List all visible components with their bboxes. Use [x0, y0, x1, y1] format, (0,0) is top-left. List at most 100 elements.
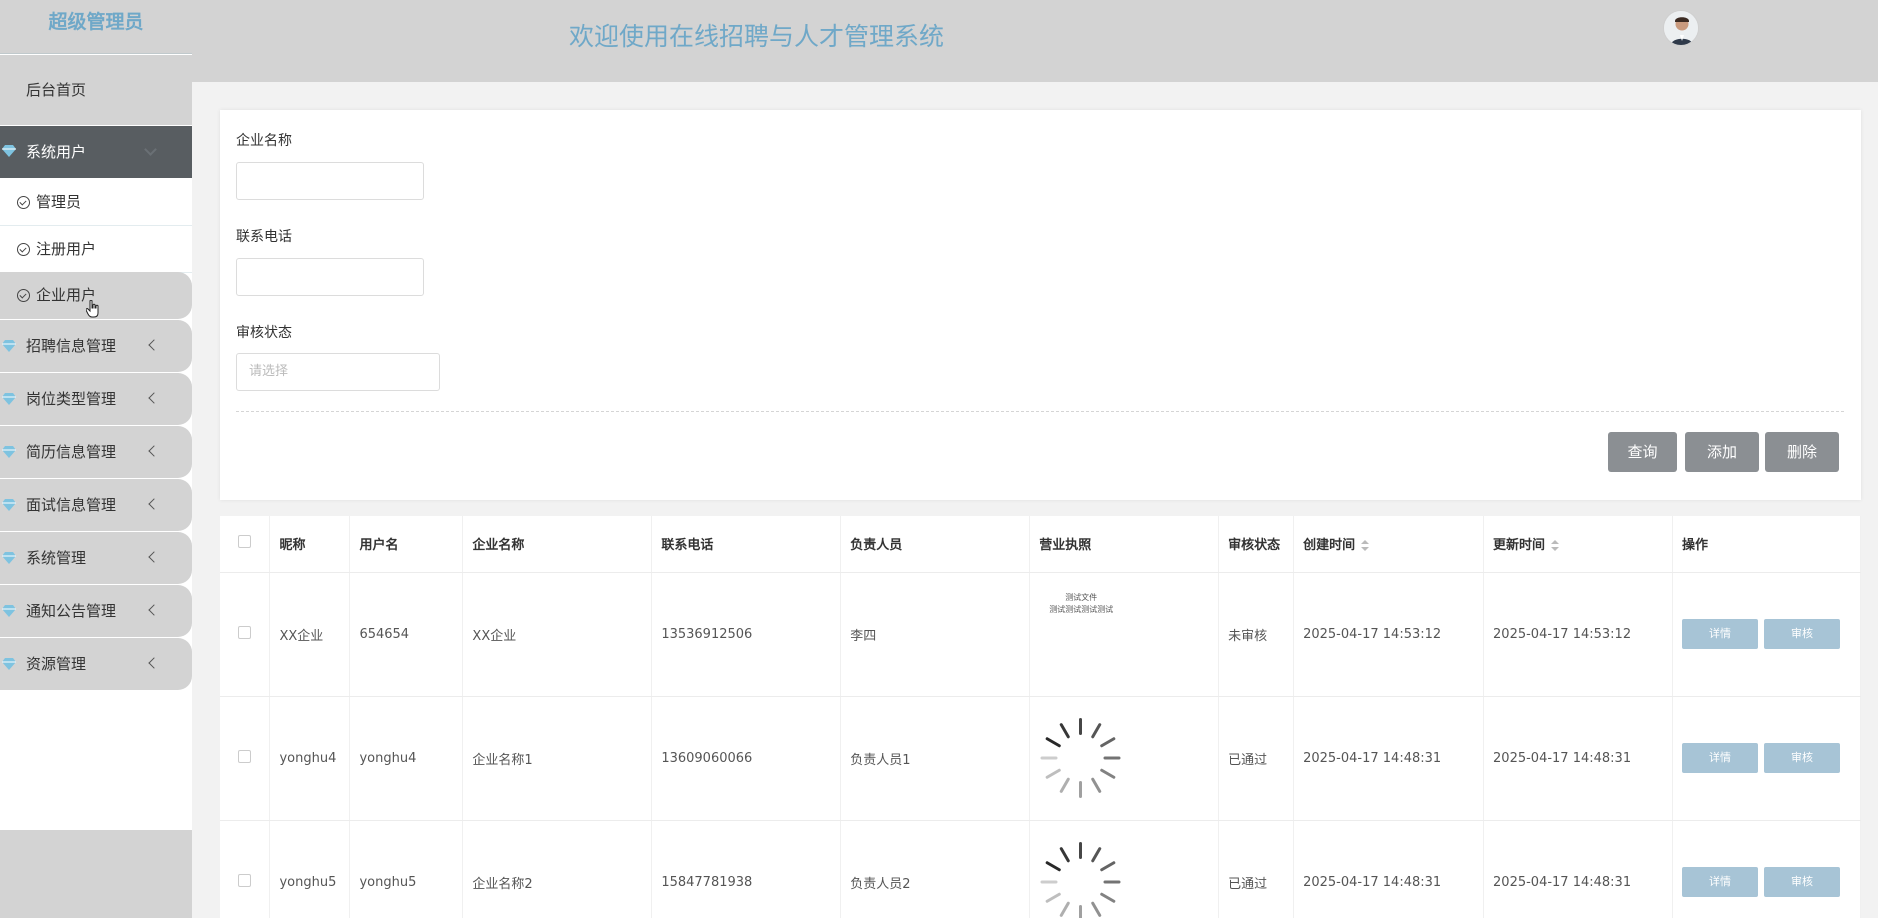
spinner-tick — [1099, 860, 1117, 872]
col-phone: 联系电话 — [651, 516, 842, 573]
divider — [236, 411, 1844, 412]
spinner-tick — [1045, 768, 1062, 780]
review-status-label: 审核状态 — [236, 325, 292, 341]
clock-icon — [17, 289, 30, 302]
detail-button[interactable]: 详情 — [1681, 867, 1758, 897]
sort-icon[interactable] — [1551, 539, 1560, 552]
sidebar-item-home[interactable]: 后台首页 — [0, 55, 192, 125]
sidebar-group-system-users[interactable]: 系统用户 — [0, 126, 192, 178]
sidebar-item-label: 面试信息管理 — [26, 496, 117, 514]
phone-input[interactable] — [236, 258, 424, 296]
detail-button[interactable]: 详情 — [1681, 619, 1758, 649]
row-select-cell — [220, 820, 271, 918]
col-actions: 操作 — [1672, 516, 1862, 573]
sidebar-item-recruitment[interactable]: 招聘信息管理 — [0, 320, 192, 372]
license-image[interactable]: 测试文件 测试测试测试测试 — [1039, 592, 1123, 616]
cell-company: 企业名称2 — [462, 820, 653, 918]
select-all-header — [220, 516, 271, 573]
row-select-cell — [220, 572, 271, 697]
sidebar-subitem-admin[interactable]: 管理员 — [0, 179, 192, 226]
loading-spinner-icon — [1039, 716, 1123, 800]
review-button[interactable]: 审核 — [1763, 743, 1840, 773]
row-select-cell — [220, 696, 271, 821]
add-button[interactable]: 添加 — [1685, 432, 1759, 472]
diamond-icon — [2, 499, 16, 511]
col-company: 企业名称 — [462, 516, 653, 573]
cell-status: 未审核 — [1218, 572, 1295, 697]
cell-phone: 13536912506 — [651, 572, 842, 697]
top-header: 欢迎使用在线招聘与人才管理系统 — [192, 0, 1878, 82]
col-created[interactable]: 创建时间 — [1293, 516, 1485, 573]
sidebar-item-notices[interactable]: 通知公告管理 — [0, 585, 192, 637]
loading-spinner-icon — [1039, 840, 1123, 918]
sidebar-subitem-registered-users[interactable]: 注册用户 — [0, 226, 192, 273]
diamond-icon — [2, 393, 16, 405]
cell-license: 测试文件 测试测试测试测试 — [1029, 572, 1220, 697]
sidebar-group-label: 系统用户 — [26, 143, 87, 161]
sidebar-item-label: 资源管理 — [26, 655, 87, 673]
cell-person: 负责人员2 — [840, 820, 1031, 918]
sidebar-item-resumes[interactable]: 简历信息管理 — [0, 426, 192, 478]
table-row: yonghu5 yonghu5 企业名称2 15847781938 负责人员2 … — [220, 820, 1862, 918]
chevron-left-icon — [148, 657, 160, 669]
col-updated[interactable]: 更新时间 — [1483, 516, 1673, 573]
row-checkbox[interactable] — [238, 873, 252, 887]
sidebar-item-job-types[interactable]: 岗位类型管理 — [0, 373, 192, 425]
sort-icon[interactable] — [1361, 539, 1370, 552]
table-row: yonghu4 yonghu4 企业名称1 13609060066 负责人员1 … — [220, 696, 1862, 821]
sidebar-item-system[interactable]: 系统管理 — [0, 532, 192, 584]
sidebar-item-resources[interactable]: 资源管理 — [0, 638, 192, 690]
select-all-checkbox[interactable] — [238, 535, 252, 549]
spinner-tick — [1090, 777, 1102, 794]
cell-created: 2025-04-17 14:48:31 — [1293, 696, 1485, 821]
diamond-icon — [2, 605, 16, 617]
spinner-tick — [1045, 892, 1062, 904]
row-checkbox[interactable] — [238, 625, 252, 639]
sidebar-item-label: 系统管理 — [26, 549, 87, 567]
spinner-tick — [1099, 736, 1117, 748]
cell-created: 2025-04-17 14:48:31 — [1293, 820, 1485, 918]
cell-status: 已通过 — [1218, 820, 1295, 918]
review-button[interactable]: 审核 — [1763, 619, 1840, 649]
col-license: 营业执照 — [1029, 516, 1220, 573]
sidebar-item-interviews[interactable]: 面试信息管理 — [0, 479, 192, 531]
sidebar-item-label: 通知公告管理 — [26, 602, 117, 620]
cell-license — [1029, 820, 1220, 918]
col-updated-label: 更新时间 — [1493, 538, 1546, 554]
sidebar-item-label: 岗位类型管理 — [26, 390, 117, 408]
cell-actions: 详情 审核 — [1672, 820, 1862, 918]
avatar[interactable] — [1663, 10, 1699, 46]
spinner-tick — [1099, 892, 1117, 904]
spinner-tick — [1090, 846, 1102, 863]
spinner-tick — [1103, 880, 1121, 884]
review-status-select[interactable]: 请选择 — [236, 353, 440, 391]
detail-button[interactable]: 详情 — [1681, 743, 1758, 773]
row-checkbox[interactable] — [238, 749, 252, 763]
cell-updated: 2025-04-17 14:53:12 — [1483, 572, 1673, 697]
col-username: 用户名 — [349, 516, 464, 573]
col-status: 审核状态 — [1218, 516, 1295, 573]
spinner-tick — [1090, 901, 1102, 918]
clock-icon — [17, 243, 30, 256]
diamond-icon — [2, 446, 16, 458]
query-button[interactable]: 查询 — [1608, 432, 1677, 472]
spinner-tick — [1079, 905, 1083, 918]
spinner-tick — [1099, 768, 1117, 780]
review-button[interactable]: 审核 — [1763, 867, 1840, 897]
cell-nickname: XX企业 — [269, 572, 351, 697]
cell-actions: 详情 审核 — [1672, 696, 1862, 821]
spinner-tick — [1079, 781, 1083, 798]
spinner-tick — [1059, 846, 1071, 863]
cell-status: 已通过 — [1218, 696, 1295, 821]
spinner-tick — [1079, 842, 1083, 859]
diamond-icon — [2, 552, 16, 564]
company-name-input[interactable] — [236, 162, 424, 200]
spinner-tick — [1090, 722, 1102, 739]
spinner-tick — [1045, 860, 1062, 872]
cell-nickname: yonghu5 — [269, 820, 351, 918]
clock-icon — [17, 196, 30, 209]
search-form: 企业名称 联系电话 审核状态 请选择 查询 添加 删除 — [220, 110, 1861, 500]
cell-username: yonghu4 — [349, 696, 464, 821]
delete-button[interactable]: 删除 — [1765, 432, 1839, 472]
user-avatar-icon — [1664, 11, 1698, 45]
